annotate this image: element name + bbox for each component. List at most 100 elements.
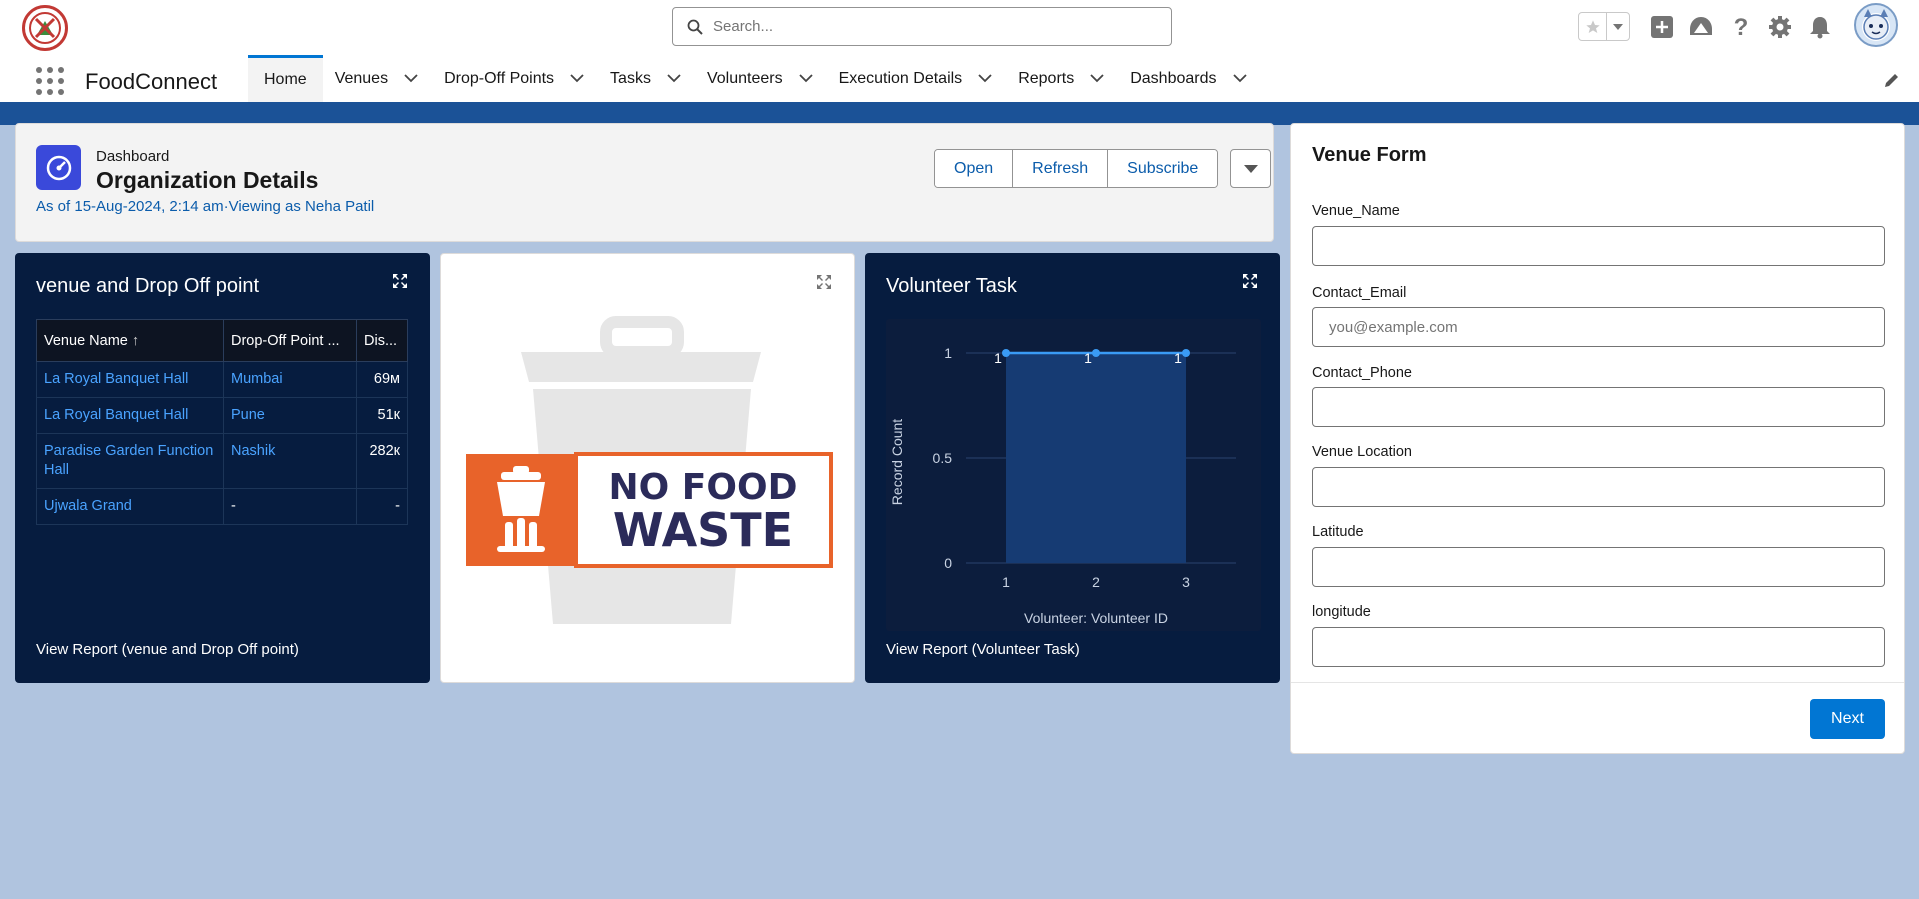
longitude-label: longitude [1312, 604, 1371, 620]
y-tick-label: 0.5 [933, 450, 953, 466]
y-tick-label: 1 [944, 345, 952, 361]
venue-location-field[interactable] [1312, 467, 1885, 507]
view-report-link[interactable]: View Report (Volunteer Task) [886, 641, 1080, 658]
contact-email-field[interactable] [1312, 307, 1885, 347]
data-label: 1 [994, 350, 1002, 366]
chart-svg: 0 0.5 1 1 1 1 1 2 3 Volunteer: Volunteer ID Record… [889, 345, 1236, 626]
nav-item-execution-details[interactable]: Execution Details [827, 55, 1007, 102]
data-point [1002, 349, 1010, 357]
global-actions-button[interactable] [1647, 12, 1677, 42]
volunteer-task-widget: Volunteer Task 0 0.5 1 1 1 1 1 2 3 Volunteer: Vol… [865, 253, 1280, 683]
column-label: Dis... [364, 332, 398, 349]
contact-email-label: Contact_Email [1312, 285, 1407, 301]
nav-item-dashboards[interactable]: Dashboards [1118, 55, 1260, 102]
drop-off-link[interactable]: Mumbai [223, 361, 357, 398]
data-label: 1 [1174, 350, 1182, 366]
venue-name-link[interactable]: La Royal Banquet Hall [36, 361, 224, 398]
nav-item-label: Execution Details [838, 69, 963, 87]
pencil-icon [1885, 74, 1898, 87]
nav-item-volunteers[interactable]: Volunteers [695, 55, 827, 102]
drop-off-link[interactable]: Nashik [223, 433, 357, 489]
nav-item-home[interactable]: Home [248, 55, 323, 102]
chevron-down-icon[interactable] [568, 70, 586, 88]
longitude-field[interactable] [1312, 627, 1885, 667]
nav-item-reports[interactable]: Reports [1006, 55, 1118, 102]
x-tick-label: 2 [1092, 574, 1100, 590]
nav-item-label: Dashboards [1130, 69, 1217, 87]
volunteer-task-chart[interactable]: 0 0.5 1 1 1 1 1 2 3 Volunteer: Volunteer ID Record… [886, 319, 1261, 631]
venue-table: Venue Name ↑ Drop-Off Point ... Dis... L… [36, 319, 408, 525]
chevron-down-icon [1613, 23, 1623, 30]
series-area [1006, 353, 1186, 563]
table-row: La Royal Banquet Hall Mumbai 69м [36, 361, 408, 398]
venue-name-link[interactable]: Paradise Garden Function Hall [36, 433, 224, 489]
expand-widget-button[interactable] [392, 273, 412, 293]
column-label: Venue Name [44, 332, 128, 349]
contact-phone-field[interactable] [1312, 387, 1885, 427]
view-report-link[interactable]: View Report (venue and Drop Off point) [36, 641, 299, 658]
app-name: FoodConnect [85, 69, 218, 94]
dashboard-icon [36, 145, 81, 190]
global-header: ? [0, 0, 1919, 55]
global-search[interactable] [672, 7, 1172, 46]
header-banner [0, 105, 1919, 125]
drop-off-link[interactable]: Pune [223, 397, 357, 434]
chevron-down-icon[interactable] [976, 70, 994, 88]
dashboard-meta: As of 15-Aug-2024, 2:14 am·Viewing as Ne… [36, 198, 375, 215]
table-row: Ujwala Grand - - [36, 488, 408, 525]
nav-item-drop-off-points[interactable]: Drop-Off Points [432, 55, 598, 102]
open-button[interactable]: Open [935, 150, 1014, 187]
dashboard-button-group: Open Refresh Subscribe [934, 149, 1219, 188]
drop-off-value: - [223, 488, 357, 525]
notifications-button[interactable] [1805, 12, 1835, 42]
chevron-down-icon[interactable] [665, 70, 683, 88]
dashboard-more-actions-button[interactable] [1230, 149, 1271, 188]
venue-name-label: Venue_Name [1312, 203, 1400, 219]
nav-item-venues[interactable]: Venues [323, 55, 432, 102]
chevron-down-icon[interactable] [797, 70, 815, 88]
widget-title: venue and Drop Off point [36, 275, 260, 297]
y-axis-label: Record Count [889, 419, 905, 505]
table-row: Paradise Garden Function Hall Nashik 282… [36, 433, 408, 489]
distance-value: 51к [356, 397, 408, 434]
nav-item-tasks[interactable]: Tasks [598, 55, 695, 102]
trailhead-button[interactable] [1686, 12, 1716, 42]
venue-name-link[interactable]: Ujwala Grand [36, 488, 224, 525]
latitude-field[interactable] [1312, 547, 1885, 587]
favorites-group[interactable] [1578, 12, 1630, 41]
favorite-star-button[interactable] [1579, 13, 1607, 40]
venue-name-field[interactable] [1312, 226, 1885, 266]
edit-nav-button[interactable] [1883, 71, 1903, 91]
chevron-down-icon[interactable] [402, 70, 420, 88]
star-icon [1585, 19, 1600, 33]
next-button[interactable]: Next [1810, 699, 1885, 739]
user-avatar[interactable] [1854, 3, 1898, 47]
setup-button[interactable] [1765, 12, 1795, 42]
chevron-down-icon[interactable] [1088, 70, 1106, 88]
chevron-down-icon[interactable] [1231, 70, 1249, 88]
y-tick-label: 0 [944, 555, 952, 571]
app-nav-bar: FoodConnect Home Venues Drop-Off Points … [0, 55, 1919, 105]
help-button[interactable]: ? [1726, 12, 1756, 42]
venue-name-link[interactable]: La Royal Banquet Hall [36, 397, 224, 434]
no-food-waste-graphic: NO FOOD WASTE [466, 316, 833, 624]
add-icon [1651, 16, 1673, 38]
nav-item-label: Drop-Off Points [444, 69, 555, 87]
image-text-line2: WASTE [613, 503, 793, 557]
column-header-venue-name[interactable]: Venue Name ↑ [36, 319, 224, 362]
app-launcher-icon[interactable] [36, 67, 64, 95]
data-point [1092, 349, 1100, 357]
column-header-distance[interactable]: Dis... [356, 319, 408, 362]
distance-value: - [356, 488, 408, 525]
column-header-drop-off-point[interactable]: Drop-Off Point ... [223, 319, 357, 362]
data-point [1182, 349, 1190, 357]
search-input[interactable] [713, 18, 1113, 35]
org-logo[interactable] [22, 5, 68, 51]
subscribe-button[interactable]: Subscribe [1108, 150, 1218, 187]
dashboard-header: Dashboard Organization Details As of 15-… [15, 123, 1274, 242]
refresh-button[interactable]: Refresh [1013, 150, 1109, 187]
expand-widget-button[interactable] [1242, 273, 1262, 293]
venue-form-panel: Venue Form Venue_Name Contact_Email Cont… [1290, 123, 1905, 754]
data-label: 1 [1084, 350, 1092, 366]
favorites-menu-button[interactable] [1607, 13, 1629, 40]
